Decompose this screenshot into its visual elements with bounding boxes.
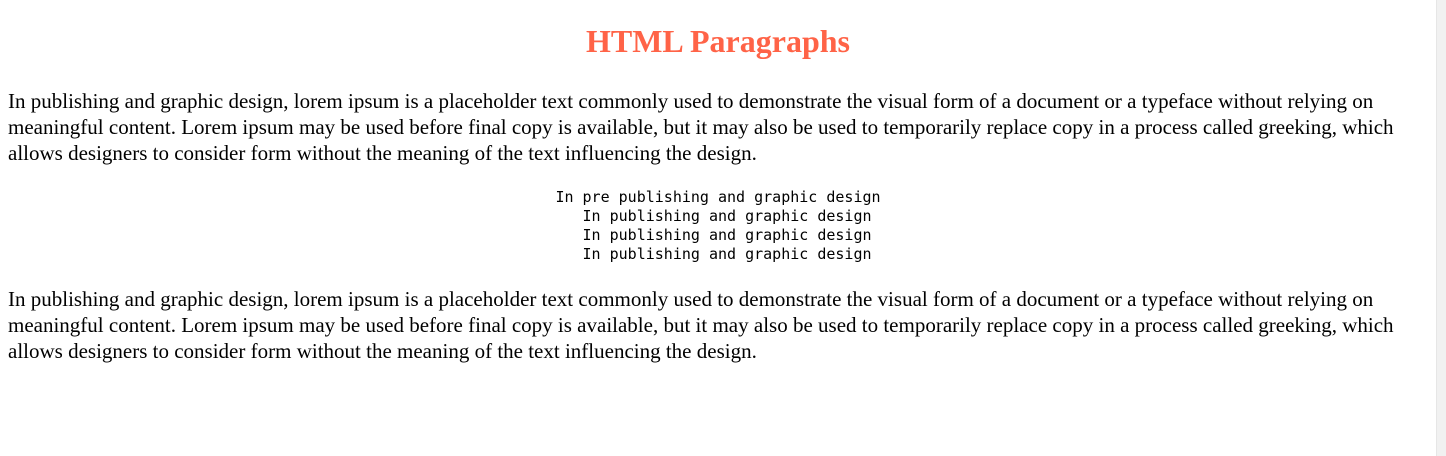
vertical-scrollbar[interactable]: [1436, 0, 1446, 456]
paragraph-first: In publishing and graphic design, lorem …: [8, 89, 1394, 165]
page-content: HTML Paragraphs In publishing and graphi…: [0, 0, 1436, 456]
preformatted-text-block: In pre publishing and graphic design In …: [555, 188, 881, 263]
paragraph-second: In publishing and graphic design, lorem …: [8, 287, 1394, 363]
page-title: HTML Paragraphs: [585, 23, 850, 59]
